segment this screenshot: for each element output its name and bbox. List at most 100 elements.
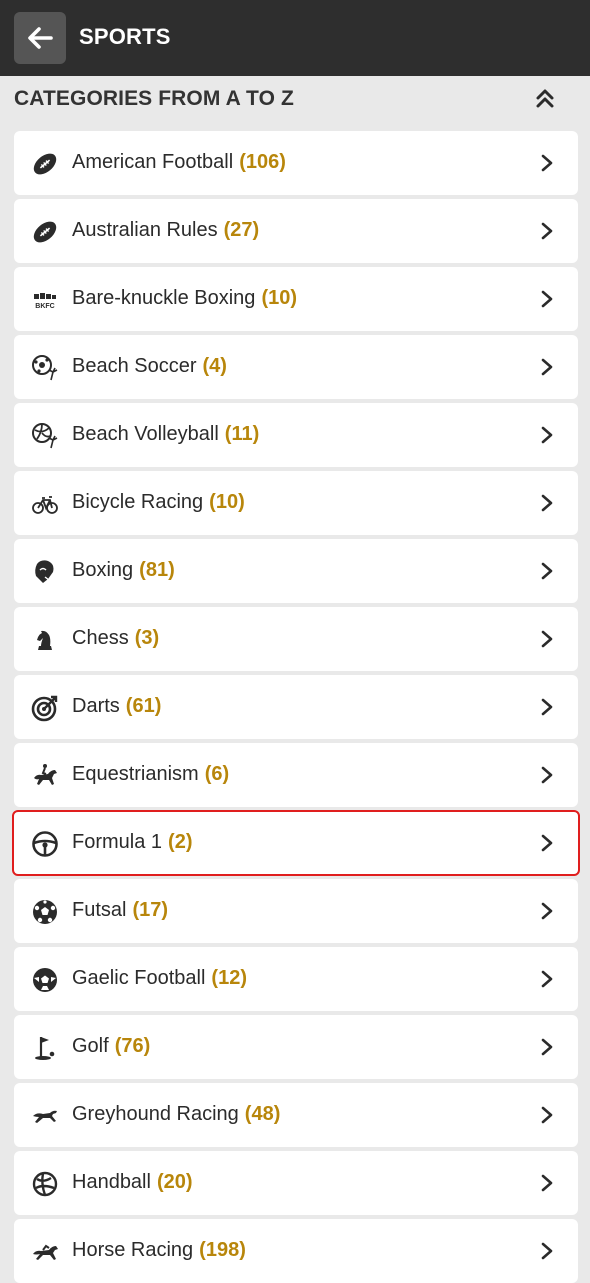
category-name: Beach Volleyball bbox=[72, 423, 219, 445]
category-count: (3) bbox=[134, 627, 160, 649]
beach-soccer-icon bbox=[31, 354, 59, 382]
chevron-right-icon bbox=[540, 561, 554, 581]
chess-knight-icon bbox=[31, 626, 59, 654]
category-label: Gaelic Football (12) bbox=[72, 967, 247, 990]
category-label: Beach Soccer (4) bbox=[72, 355, 227, 378]
category-label: Formula 1 (2) bbox=[72, 831, 192, 854]
chevron-right-icon bbox=[540, 1173, 554, 1193]
category-count: (48) bbox=[244, 1103, 281, 1125]
chevron-right-icon bbox=[540, 425, 554, 445]
beach-volleyball-icon bbox=[31, 422, 59, 450]
category-label: Equestrianism (6) bbox=[72, 763, 229, 786]
category-label: Bare-knuckle Boxing (10) bbox=[72, 287, 297, 310]
category-count: (61) bbox=[125, 695, 162, 717]
category-name: Bare-knuckle Boxing bbox=[72, 287, 256, 309]
category-count: (6) bbox=[204, 763, 230, 785]
greyhound-icon bbox=[31, 1102, 59, 1130]
chevron-right-icon bbox=[540, 901, 554, 921]
category-row-chess[interactable]: Chess (3) bbox=[14, 607, 578, 671]
category-count: (81) bbox=[139, 559, 175, 581]
category-row-american-football[interactable]: American Football (106) bbox=[14, 131, 578, 195]
category-row-greyhound-racing[interactable]: Greyhound Racing (48) bbox=[14, 1083, 578, 1147]
category-name: Futsal bbox=[72, 899, 127, 921]
category-label: Horse Racing (198) bbox=[72, 1239, 246, 1262]
category-name: American Football bbox=[72, 151, 234, 173]
category-name: Horse Racing bbox=[72, 1239, 194, 1261]
category-name: Boxing bbox=[72, 559, 134, 581]
steering-wheel-icon bbox=[31, 830, 59, 858]
page-title: SPORTS bbox=[79, 24, 171, 49]
double-chevron-up-icon[interactable] bbox=[534, 88, 556, 110]
category-count: (4) bbox=[202, 355, 227, 377]
chevron-right-icon bbox=[540, 1037, 554, 1057]
dartboard-icon bbox=[31, 694, 59, 722]
chevron-right-icon bbox=[540, 289, 554, 309]
category-name: Australian Rules bbox=[72, 219, 218, 241]
golf-flag-icon bbox=[31, 1034, 59, 1062]
category-row-handball[interactable]: Handball (20) bbox=[14, 1151, 578, 1215]
category-count: (11) bbox=[224, 423, 260, 445]
category-name: Chess bbox=[72, 627, 129, 649]
category-count: (20) bbox=[156, 1171, 193, 1193]
category-row-beach-volleyball[interactable]: Beach Volleyball (11) bbox=[14, 403, 578, 467]
category-name: Gaelic Football bbox=[72, 967, 206, 989]
category-row-darts[interactable]: Darts (61) bbox=[14, 675, 578, 739]
category-label: Handball (20) bbox=[72, 1171, 193, 1194]
gaelic-ball-icon bbox=[31, 966, 59, 994]
category-row-gaelic-football[interactable]: Gaelic Football (12) bbox=[14, 947, 578, 1011]
bicycle-icon bbox=[31, 490, 59, 518]
category-row-australian-rules[interactable]: Australian Rules (27) bbox=[14, 199, 578, 263]
category-row-futsal[interactable]: Futsal (17) bbox=[14, 879, 578, 943]
chevron-right-icon bbox=[540, 1241, 554, 1261]
arrow-left-icon bbox=[28, 27, 53, 49]
category-name: Bicycle Racing bbox=[72, 491, 204, 513]
equestrian-icon bbox=[31, 762, 59, 790]
chevron-right-icon bbox=[540, 221, 554, 241]
handball-icon bbox=[31, 1170, 59, 1198]
bkfc-logo-icon: BKFC bbox=[31, 286, 59, 314]
category-label: Boxing (81) bbox=[72, 559, 175, 582]
category-name: Handball bbox=[72, 1171, 151, 1193]
category-name: Beach Soccer bbox=[72, 355, 197, 377]
horse-racing-icon bbox=[31, 1238, 59, 1266]
category-row-golf[interactable]: Golf (76) bbox=[14, 1015, 578, 1079]
section-title: CATEGORIES FROM A TO Z bbox=[14, 87, 294, 110]
chevron-right-icon bbox=[540, 629, 554, 649]
category-label: Futsal (17) bbox=[72, 899, 168, 922]
boxing-glove-icon bbox=[31, 558, 59, 586]
category-name: Golf bbox=[72, 1035, 109, 1057]
category-row-beach-soccer[interactable]: Beach Soccer (4) bbox=[14, 335, 578, 399]
categories-header[interactable]: CATEGORIES FROM A TO Z bbox=[0, 76, 590, 122]
chevron-right-icon bbox=[540, 1105, 554, 1125]
category-count: (2) bbox=[168, 831, 193, 853]
category-row-formula-1[interactable]: Formula 1 (2) bbox=[12, 810, 580, 876]
category-count: (106) bbox=[239, 151, 286, 173]
chevron-right-icon bbox=[540, 493, 554, 513]
category-label: Greyhound Racing (48) bbox=[72, 1103, 280, 1126]
category-label: Beach Volleyball (11) bbox=[72, 423, 259, 446]
category-row-bare-knuckle-boxing[interactable]: BKFC Bare-knuckle Boxing (10) bbox=[14, 267, 578, 331]
svg-text:BKFC: BKFC bbox=[35, 303, 54, 310]
category-name: Greyhound Racing bbox=[72, 1103, 239, 1125]
category-label: Golf (76) bbox=[72, 1035, 150, 1058]
chevron-right-icon bbox=[540, 357, 554, 377]
futsal-ball-icon bbox=[31, 898, 59, 926]
chevron-right-icon bbox=[540, 153, 554, 173]
american-football-icon bbox=[31, 150, 59, 178]
category-row-horse-racing[interactable]: Horse Racing (198) bbox=[14, 1219, 578, 1283]
category-label: Chess (3) bbox=[72, 627, 159, 650]
back-button[interactable] bbox=[14, 12, 66, 64]
category-name: Darts bbox=[72, 695, 120, 717]
category-label: Bicycle Racing (10) bbox=[72, 491, 245, 514]
category-label: Australian Rules (27) bbox=[72, 219, 259, 242]
category-row-boxing[interactable]: Boxing (81) bbox=[14, 539, 578, 603]
chevron-right-icon bbox=[540, 765, 554, 785]
category-name: Equestrianism bbox=[72, 763, 199, 785]
category-count: (76) bbox=[114, 1035, 151, 1057]
category-count: (10) bbox=[209, 491, 245, 513]
category-count: (17) bbox=[132, 899, 169, 921]
chevron-right-icon bbox=[540, 969, 554, 989]
category-row-bicycle-racing[interactable]: Bicycle Racing (10) bbox=[14, 471, 578, 535]
chevron-right-icon bbox=[540, 833, 554, 853]
category-row-equestrianism[interactable]: Equestrianism (6) bbox=[14, 743, 578, 807]
